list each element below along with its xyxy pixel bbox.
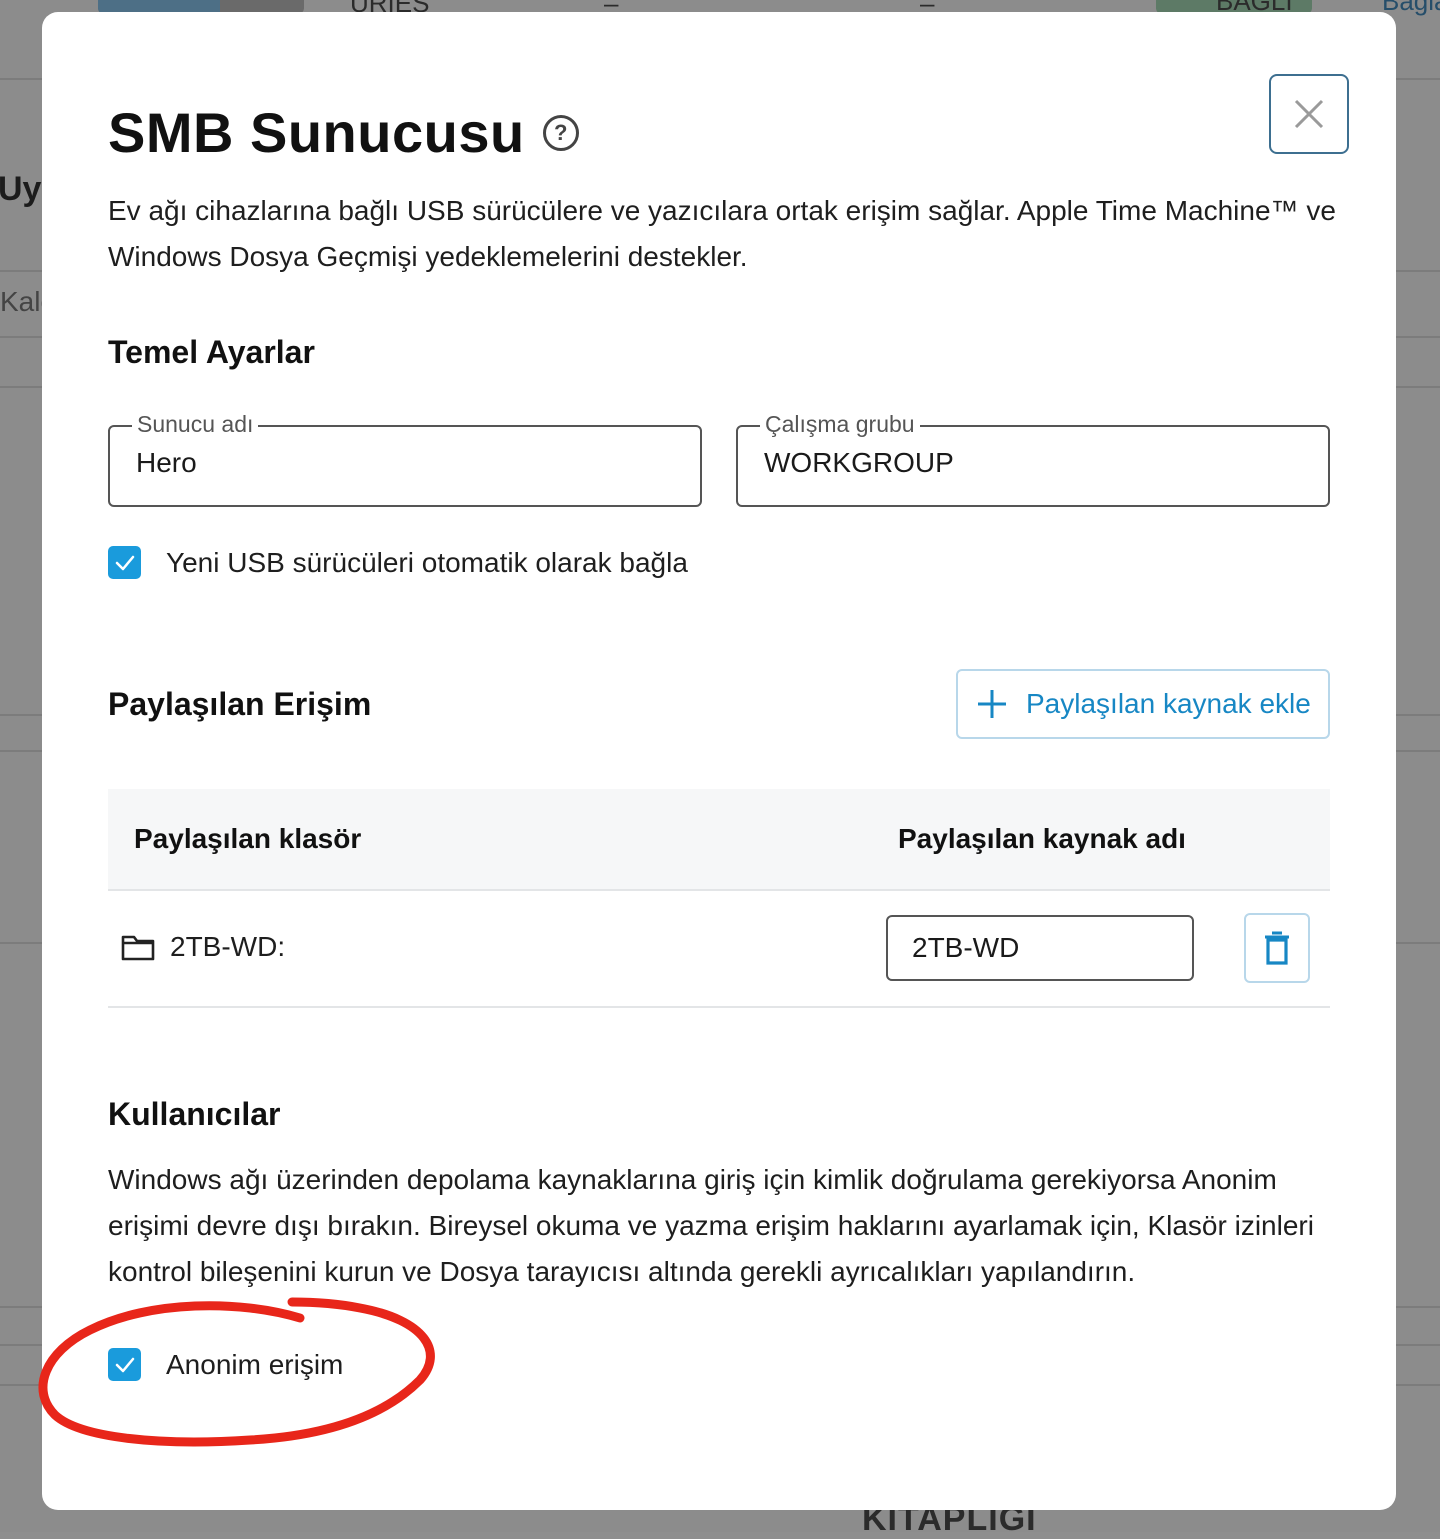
shared-folder-name: 2TB-WD: bbox=[170, 931, 286, 962]
dialog-title: SMB Sunucusu bbox=[108, 101, 525, 164]
background-connect-link: Bağla bbox=[1382, 0, 1440, 16]
close-icon bbox=[1294, 99, 1324, 129]
auto-mount-checkbox[interactable] bbox=[108, 546, 141, 579]
trash-icon bbox=[1265, 931, 1289, 965]
workgroup-field[interactable]: Çalışma grubu bbox=[736, 411, 1330, 507]
plus-icon bbox=[978, 690, 1006, 718]
auto-mount-option[interactable]: Yeni USB sürücüleri otomatik olarak bağl… bbox=[108, 546, 688, 579]
checkmark-icon bbox=[115, 555, 134, 570]
anonymous-access-option[interactable]: Anonim erişim bbox=[108, 1348, 343, 1381]
table-row: 2TB-WD: bbox=[108, 891, 1330, 1008]
anonymous-access-checkbox[interactable] bbox=[108, 1348, 141, 1381]
add-share-label: Paylaşılan kaynak ekle bbox=[1026, 688, 1311, 719]
dialog-header: SMB Sunucusu ? bbox=[108, 100, 579, 165]
shares-table: Paylaşılan klasör Paylaşılan kaynak adı … bbox=[108, 789, 1330, 1008]
basic-settings-heading: Temel Ayarlar bbox=[108, 334, 315, 370]
checkmark-icon bbox=[115, 1357, 134, 1372]
users-heading: Kullanıcılar bbox=[108, 1096, 281, 1132]
server-name-label: Sunucu adı bbox=[132, 411, 259, 438]
smb-server-dialog: SMB Sunucusu ? Ev ağı cihazlarına bağlı … bbox=[42, 12, 1396, 1510]
anonymous-access-label: Anonim erişim bbox=[166, 1348, 344, 1380]
dialog-description: Ev ağı cihazlarına bağlı USB sürücülere … bbox=[108, 195, 1336, 272]
server-name-field[interactable]: Sunucu adı bbox=[108, 411, 702, 507]
workgroup-input[interactable] bbox=[764, 447, 1284, 479]
column-header-folder: Paylaşılan klasör bbox=[134, 823, 362, 854]
question-circle-icon[interactable]: ? bbox=[542, 114, 579, 151]
add-share-button[interactable]: Paylaşılan kaynak ekle bbox=[956, 669, 1330, 739]
users-description: Windows ağı üzerinden depolama kaynaklar… bbox=[108, 1164, 1314, 1287]
server-name-input[interactable] bbox=[136, 447, 656, 479]
table-header: Paylaşılan klasör Paylaşılan kaynak adı bbox=[108, 789, 1330, 891]
shared-access-heading: Paylaşılan Erişim bbox=[108, 686, 372, 722]
share-name-input[interactable] bbox=[886, 915, 1194, 981]
close-button[interactable] bbox=[1269, 74, 1349, 154]
auto-mount-label: Yeni USB sürücüleri otomatik olarak bağl… bbox=[166, 546, 688, 578]
delete-share-button[interactable] bbox=[1244, 913, 1310, 983]
workgroup-label: Çalışma grubu bbox=[760, 411, 920, 438]
column-header-share-name: Paylaşılan kaynak adı bbox=[898, 823, 1186, 854]
folder-icon bbox=[121, 935, 155, 961]
